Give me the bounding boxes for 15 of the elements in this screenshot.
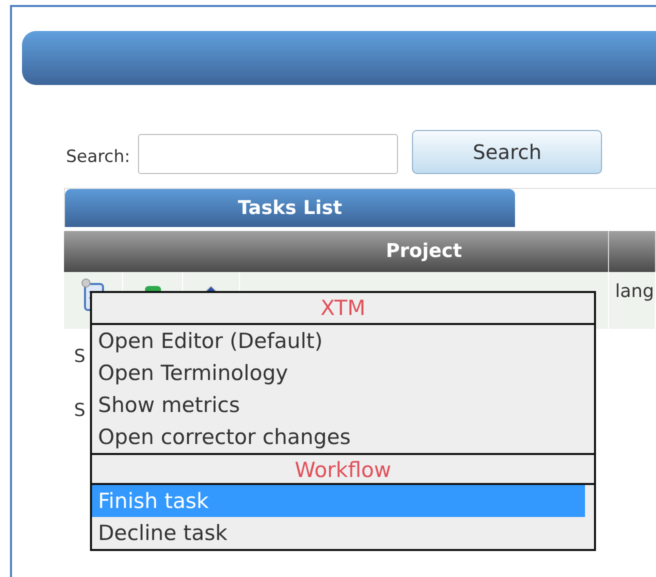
table-cell: lang [615, 281, 654, 302]
menu-item[interactable]: Show metrics [92, 389, 594, 421]
menu-section-title: XTM [92, 293, 594, 325]
tab[interactable]: Tasks List [65, 189, 515, 227]
menu-item[interactable]: Open Terminology [92, 357, 594, 389]
table-cell: S [74, 346, 86, 366]
table-cell: S [74, 400, 86, 420]
menu-item[interactable]: Open corrector changes [92, 421, 594, 453]
menu-item[interactable]: Decline task [92, 517, 594, 549]
column-header: Project [240, 231, 609, 272]
search-label: Search: [66, 146, 130, 168]
search-button[interactable]: Search [412, 130, 602, 174]
search-field[interactable] [138, 134, 398, 174]
menu-item[interactable]: Open Editor (Default) [92, 325, 594, 357]
menu-section-title: Workflow [92, 453, 594, 485]
